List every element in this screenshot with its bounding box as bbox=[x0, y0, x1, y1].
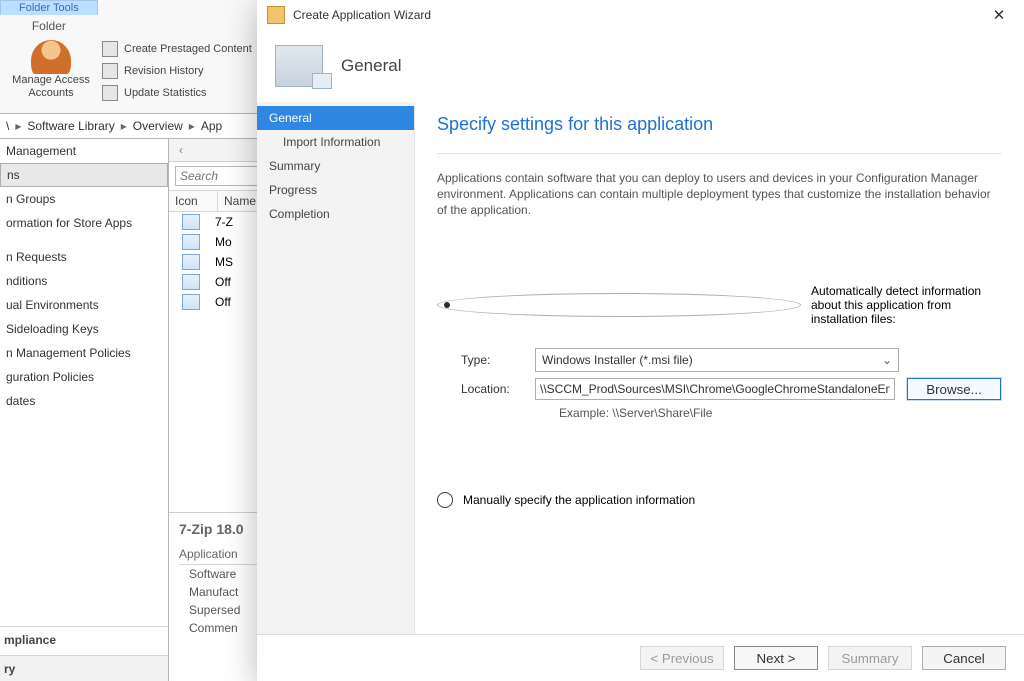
previous-button: < Previous bbox=[640, 646, 724, 670]
nav-item[interactable]: ns bbox=[0, 163, 168, 187]
type-dropdown[interactable]: Windows Installer (*.msi file) ⌄ bbox=[535, 348, 899, 372]
close-button[interactable]: ✕ bbox=[982, 4, 1016, 26]
revision-history-button[interactable]: Revision History bbox=[102, 63, 252, 79]
wizard-steps: General Import Information Summary Progr… bbox=[257, 102, 415, 634]
location-input[interactable] bbox=[535, 378, 895, 400]
nav-item[interactable]: nditions bbox=[0, 269, 168, 293]
breadcrumb-item[interactable]: App bbox=[201, 119, 222, 133]
step-general[interactable]: General bbox=[257, 106, 414, 130]
step-progress[interactable]: Progress bbox=[257, 178, 414, 202]
workspace-library[interactable]: ry bbox=[0, 656, 168, 681]
type-value: Windows Installer (*.msi file) bbox=[542, 353, 693, 367]
workspace-compliance[interactable]: mpliance bbox=[0, 627, 168, 653]
stats-icon bbox=[102, 85, 118, 101]
nav-item[interactable]: ual Environments bbox=[0, 293, 168, 317]
breadcrumb-item[interactable]: Overview bbox=[133, 119, 183, 133]
nav-item[interactable]: n Requests bbox=[0, 245, 168, 269]
cancel-button[interactable]: Cancel bbox=[922, 646, 1006, 670]
ribbon-context-tab[interactable]: Folder Tools bbox=[0, 0, 98, 15]
wizard-title-text: Create Application Wizard bbox=[293, 8, 431, 22]
app-icon bbox=[182, 274, 200, 290]
breadcrumb-root[interactable]: \ bbox=[6, 119, 9, 133]
nav-item[interactable]: n Groups bbox=[0, 187, 168, 211]
type-label: Type: bbox=[461, 353, 535, 367]
manage-access-accounts-button[interactable]: Manage Access Accounts bbox=[6, 37, 96, 100]
wizard-icon bbox=[267, 6, 285, 24]
step-summary[interactable]: Summary bbox=[257, 154, 414, 178]
location-label: Location: bbox=[461, 382, 535, 396]
next-button[interactable]: Next > bbox=[734, 646, 818, 670]
app-icon bbox=[182, 294, 200, 310]
package-icon bbox=[102, 41, 118, 57]
nav-item[interactable]: Management bbox=[0, 139, 168, 163]
nav-item[interactable]: dates bbox=[0, 389, 168, 413]
nav-item[interactable]: Sideloading Keys bbox=[0, 317, 168, 341]
wizard-step-name: General bbox=[341, 56, 401, 76]
nav-item[interactable]: guration Policies bbox=[0, 365, 168, 389]
app-icon bbox=[182, 234, 200, 250]
location-example: Example: \\Server\Share\File bbox=[559, 406, 1002, 420]
summary-button: Summary bbox=[828, 646, 912, 670]
breadcrumb-item[interactable]: Software Library bbox=[27, 119, 114, 133]
ribbon-tab-folder[interactable]: Folder bbox=[0, 15, 98, 35]
collapse-left-icon[interactable]: ‹ bbox=[169, 143, 193, 157]
wizard-titlebar[interactable]: Create Application Wizard ✕ bbox=[257, 0, 1024, 30]
update-statistics-button[interactable]: Update Statistics bbox=[102, 85, 252, 101]
chevron-down-icon: ⌄ bbox=[882, 353, 892, 367]
wizard-footer: < Previous Next > Summary Cancel bbox=[257, 634, 1024, 681]
history-icon bbox=[102, 63, 118, 79]
option-manual[interactable]: Manually specify the application informa… bbox=[437, 492, 1002, 508]
radio-selected-icon[interactable] bbox=[437, 293, 801, 317]
create-application-wizard: Create Application Wizard ✕ General Gene… bbox=[257, 0, 1024, 681]
option-auto-detect[interactable]: Automatically detect information about t… bbox=[437, 284, 1002, 326]
step-import-information[interactable]: Import Information bbox=[257, 130, 414, 154]
app-icon bbox=[182, 214, 200, 230]
radio-unselected-icon[interactable] bbox=[437, 492, 453, 508]
option-auto-label: Automatically detect information about t… bbox=[811, 284, 1002, 326]
app-icon bbox=[182, 254, 200, 270]
computer-icon bbox=[275, 45, 323, 87]
wizard-header: General bbox=[257, 30, 1024, 102]
divider bbox=[437, 153, 1002, 154]
user-accounts-icon bbox=[31, 40, 71, 74]
option-manual-label: Manually specify the application informa… bbox=[463, 493, 695, 507]
nav-item[interactable]: ormation for Store Apps bbox=[0, 211, 168, 235]
create-prestaged-content-button[interactable]: Create Prestaged Content bbox=[102, 41, 252, 57]
nav-tree: Management ns n Groups ormation for Stor… bbox=[0, 139, 169, 681]
intro-text: Applications contain software that you c… bbox=[437, 170, 1002, 218]
page-heading: Specify settings for this application bbox=[437, 114, 1002, 135]
step-completion[interactable]: Completion bbox=[257, 202, 414, 226]
nav-item[interactable]: n Management Policies bbox=[0, 341, 168, 365]
browse-button[interactable]: Browse... bbox=[907, 378, 1001, 400]
